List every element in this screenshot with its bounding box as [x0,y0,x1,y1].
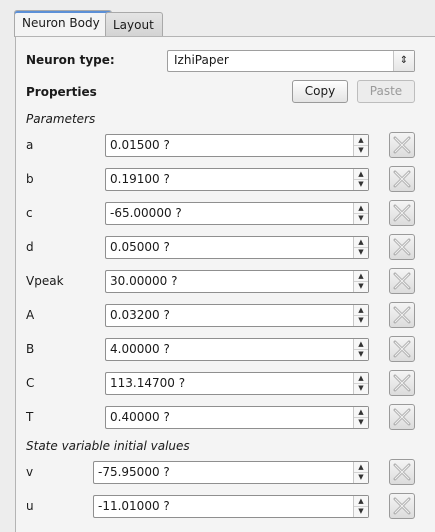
parameter-value: 0.01500 ? [110,138,170,152]
spin-arrows: ▲ ▼ [353,339,368,360]
parameter-value-spinbox[interactable]: 4.00000 ? ▲ ▼ [105,338,369,361]
spin-arrows: ▲ ▼ [353,462,368,483]
spin-arrows: ▲ ▼ [353,237,368,258]
close-icon [393,340,411,358]
close-icon [393,170,411,188]
close-icon [393,238,411,256]
clear-value-button[interactable] [389,200,415,226]
parameter-name: B [26,342,35,356]
spin-down-icon[interactable]: ▼ [354,315,368,325]
clear-value-button[interactable] [389,302,415,328]
parameter-value: 0.05000 ? [110,240,170,254]
spin-down-icon[interactable]: ▼ [354,417,368,427]
clear-value-button[interactable] [389,234,415,260]
close-icon [393,408,411,426]
parameter-value: -11.01000 ? [98,499,170,513]
parameter-value-spinbox[interactable]: -65.00000 ? ▲ ▼ [105,202,369,225]
chevron-updown-icon: ⇕ [393,51,414,71]
close-icon [393,204,411,222]
state-variables-heading: State variable initial values [26,439,190,453]
parameter-value: -65.00000 ? [110,206,182,220]
clear-value-button[interactable] [389,268,415,294]
spin-down-icon[interactable]: ▼ [354,179,368,189]
parameter-value-spinbox[interactable]: 0.05000 ? ▲ ▼ [105,236,369,259]
parameter-name: v [26,465,34,479]
clear-value-button[interactable] [389,132,415,158]
clear-value-button[interactable] [389,370,415,396]
spin-arrows: ▲ ▼ [353,203,368,224]
parameter-name: u [26,499,34,513]
parameter-value-spinbox[interactable]: 0.19100 ? ▲ ▼ [105,168,369,191]
parameter-value-spinbox[interactable]: 0.01500 ? ▲ ▼ [105,134,369,157]
parameter-value-spinbox[interactable]: 0.40000 ? ▲ ▼ [105,406,369,429]
spin-arrows: ▲ ▼ [353,407,368,428]
parameter-value-spinbox[interactable]: -75.95000 ? ▲ ▼ [93,461,369,484]
parameter-value-spinbox[interactable]: 113.14700 ? ▲ ▼ [105,372,369,395]
clear-value-button[interactable] [389,166,415,192]
parameter-value: 0.19100 ? [110,172,170,186]
close-icon [393,463,411,481]
close-icon [393,497,411,515]
parameter-value: 30.00000 ? [110,274,178,288]
close-icon [393,306,411,324]
parameter-value: 0.03200 ? [110,308,170,322]
spin-arrows: ▲ ▼ [353,305,368,326]
spin-arrows: ▲ ▼ [353,135,368,156]
close-icon [393,136,411,154]
parameter-name: a [26,138,34,152]
spin-arrows: ▲ ▼ [353,271,368,292]
spin-down-icon[interactable]: ▼ [354,506,368,516]
neuron-type-label: Neuron type: [26,53,115,67]
parameter-value: 0.40000 ? [110,410,170,424]
parameter-value-spinbox[interactable]: -11.01000 ? ▲ ▼ [93,495,369,518]
spin-down-icon[interactable]: ▼ [354,213,368,223]
spin-down-icon[interactable]: ▼ [354,145,368,155]
parameter-name: C [26,376,35,390]
tab-layout[interactable]: Layout [105,12,163,37]
parameter-value: -75.95000 ? [98,465,170,479]
spin-arrows: ▲ ▼ [353,373,368,394]
paste-button[interactable]: Paste [357,80,415,103]
tab-neuron-body[interactable]: Neuron Body [14,10,112,37]
parameter-name: c [26,206,33,220]
close-icon [393,272,411,290]
spin-down-icon[interactable]: ▼ [354,383,368,393]
parameter-value: 113.14700 ? [110,376,186,390]
clear-value-button[interactable] [389,493,415,519]
clear-value-button[interactable] [389,404,415,430]
spin-down-icon[interactable]: ▼ [354,247,368,257]
parameter-value-spinbox[interactable]: 30.00000 ? ▲ ▼ [105,270,369,293]
clear-value-button[interactable] [389,459,415,485]
parameter-value: 4.00000 ? [110,342,170,356]
neuron-type-select[interactable]: IzhiPaper ⇕ [167,50,415,72]
parameter-name: A [26,308,35,322]
parameter-name: T [26,410,34,424]
neuron-type-value: IzhiPaper [174,53,229,67]
spin-arrows: ▲ ▼ [353,169,368,190]
parameter-name: d [26,240,34,254]
spin-down-icon[interactable]: ▼ [354,472,368,482]
parameters-heading: Parameters [26,112,96,126]
spin-down-icon[interactable]: ▼ [354,349,368,359]
clear-value-button[interactable] [389,336,415,362]
parameter-value-spinbox[interactable]: 0.03200 ? ▲ ▼ [105,304,369,327]
copy-button[interactable]: Copy [292,80,348,103]
neuron-body-panel: Neuron type: IzhiPaper ⇕ Properties Copy… [15,36,435,532]
spin-down-icon[interactable]: ▼ [354,281,368,291]
parameter-name: b [26,172,34,186]
close-icon [393,374,411,392]
spin-arrows: ▲ ▼ [353,496,368,517]
parameter-name: Vpeak [26,274,64,288]
properties-heading: Properties [26,85,97,99]
